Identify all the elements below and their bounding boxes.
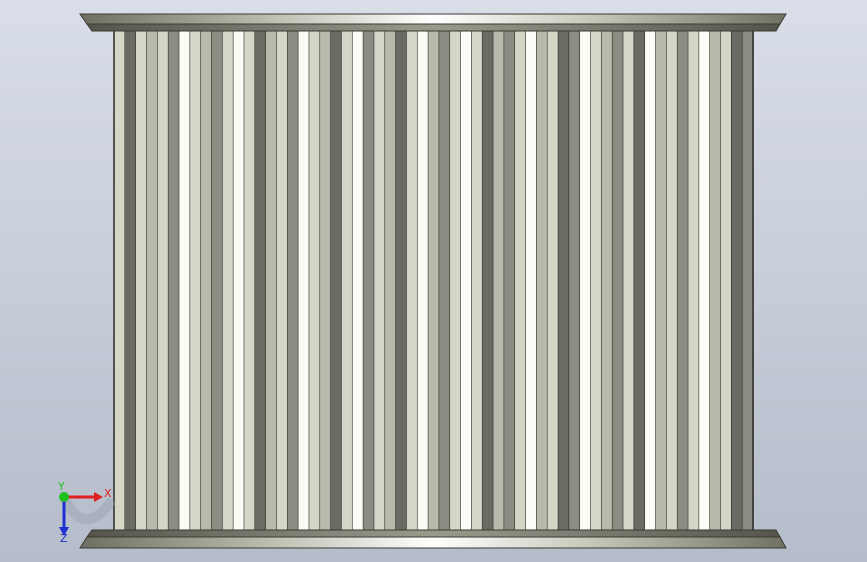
pulley-tooth <box>633 30 646 531</box>
pulley-tooth <box>590 30 602 531</box>
pulley-tooth <box>514 30 527 531</box>
pulley-model-view[interactable]: X Y Z <box>0 0 867 562</box>
pulley-tooth <box>362 30 375 531</box>
pulley-tooth <box>297 30 310 531</box>
pulley-tooth <box>167 30 180 531</box>
pulley-tooth <box>308 30 321 531</box>
pulley-teeth <box>113 30 754 531</box>
3d-viewport[interactable]: X Y Z <box>0 0 867 562</box>
pulley-tooth <box>319 30 332 531</box>
pulley-tooth <box>243 30 256 531</box>
pulley-tooth <box>341 30 353 531</box>
pulley-tooth <box>492 30 505 531</box>
pulley-tooth <box>406 30 418 531</box>
pulley-tooth <box>395 30 408 531</box>
pulley-tooth <box>200 30 213 531</box>
pulley-tooth <box>579 30 592 531</box>
pulley-tooth <box>265 30 278 531</box>
triad-shadow-arc <box>59 494 117 525</box>
pulley-tooth <box>351 30 364 531</box>
pulley-tooth <box>666 30 678 531</box>
pulley-tooth <box>211 30 223 531</box>
x-axis-arrowhead <box>94 492 103 502</box>
pulley-tooth <box>557 30 570 531</box>
pulley-tooth <box>416 30 429 531</box>
pulley-tooth <box>601 30 613 531</box>
pulley-tooth <box>698 30 711 531</box>
pulley-tooth <box>503 30 516 531</box>
pulley-tooth <box>124 30 137 531</box>
pulley-tooth <box>438 30 451 531</box>
pulley-tooth <box>135 30 148 531</box>
bottom-flange <box>79 529 787 549</box>
pulley-tooth <box>546 30 559 531</box>
y-axis-label: Y <box>57 480 65 493</box>
pulley-tooth <box>720 30 732 531</box>
top-flange <box>79 13 787 32</box>
pulley-tooth <box>741 30 754 531</box>
pulley-tooth <box>384 30 397 531</box>
x-axis-label: X <box>104 487 112 500</box>
pulley-tooth <box>254 30 267 531</box>
pulley-tooth <box>276 30 288 531</box>
pulley-tooth <box>481 30 494 531</box>
pulley-tooth <box>146 30 158 531</box>
pulley-tooth <box>460 30 473 531</box>
pulley-tooth <box>427 30 440 531</box>
pulley-tooth <box>178 30 191 531</box>
pulley-tooth <box>536 30 548 531</box>
pulley-tooth <box>676 30 689 531</box>
pulley-tooth <box>222 30 234 531</box>
pulley-tooth <box>611 30 624 531</box>
pulley-tooth <box>449 30 462 531</box>
z-axis-label: Z <box>60 532 68 545</box>
pulley-tooth <box>157 30 169 531</box>
pulley-tooth <box>373 30 386 531</box>
pulley-tooth <box>525 30 537 531</box>
pulley-tooth <box>189 30 202 531</box>
pulley-tooth <box>471 30 483 531</box>
pulley-tooth <box>655 30 667 531</box>
pulley-tooth <box>330 30 343 531</box>
pulley-tooth <box>113 30 126 531</box>
pulley-tooth <box>687 30 700 531</box>
pulley-tooth <box>644 30 657 531</box>
pulley-tooth <box>622 30 635 531</box>
y-axis-dot <box>59 492 69 502</box>
pulley-tooth <box>568 30 581 531</box>
pulley-tooth <box>709 30 722 531</box>
pulley-tooth <box>731 30 743 531</box>
pulley-tooth <box>286 30 299 531</box>
pulley-tooth <box>232 30 245 531</box>
